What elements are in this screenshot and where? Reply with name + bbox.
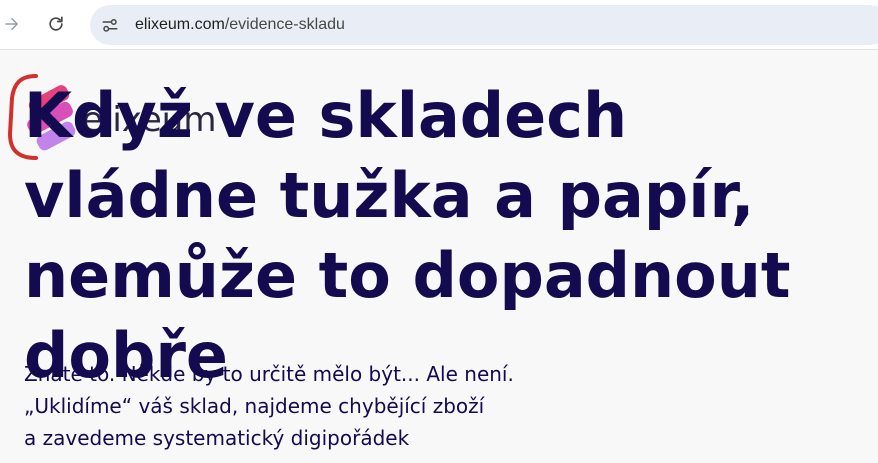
- arrow-forward-icon: [5, 18, 18, 30]
- browser-toolbar: elixeum.com/evidence-skladu: [0, 0, 878, 50]
- hero-line-1: Znáte to. Někde by to určitě mělo být...…: [24, 362, 514, 386]
- url-text[interactable]: elixeum.com/evidence-skladu: [135, 15, 345, 35]
- url-domain: elixeum.com: [135, 16, 225, 33]
- forward-button[interactable]: [0, 12, 24, 36]
- address-bar[interactable]: elixeum.com/evidence-skladu: [90, 5, 878, 45]
- hero-line-3: a zavedeme systematický digipořádek: [24, 426, 410, 450]
- reload-icon: [49, 16, 63, 31]
- hero-description: Znáte to. Někde by to určitě mělo být...…: [24, 358, 514, 454]
- hero-title: Když ve skladech vládne tužka a papír, n…: [24, 79, 791, 392]
- site-info-button[interactable]: [100, 15, 120, 35]
- reload-button[interactable]: [44, 12, 68, 36]
- tune-icon: [102, 19, 118, 32]
- url-path: /evidence-skladu: [224, 16, 345, 33]
- hero-line-2: „Uklidíme“ váš sklad, najdeme chybějící …: [24, 394, 485, 418]
